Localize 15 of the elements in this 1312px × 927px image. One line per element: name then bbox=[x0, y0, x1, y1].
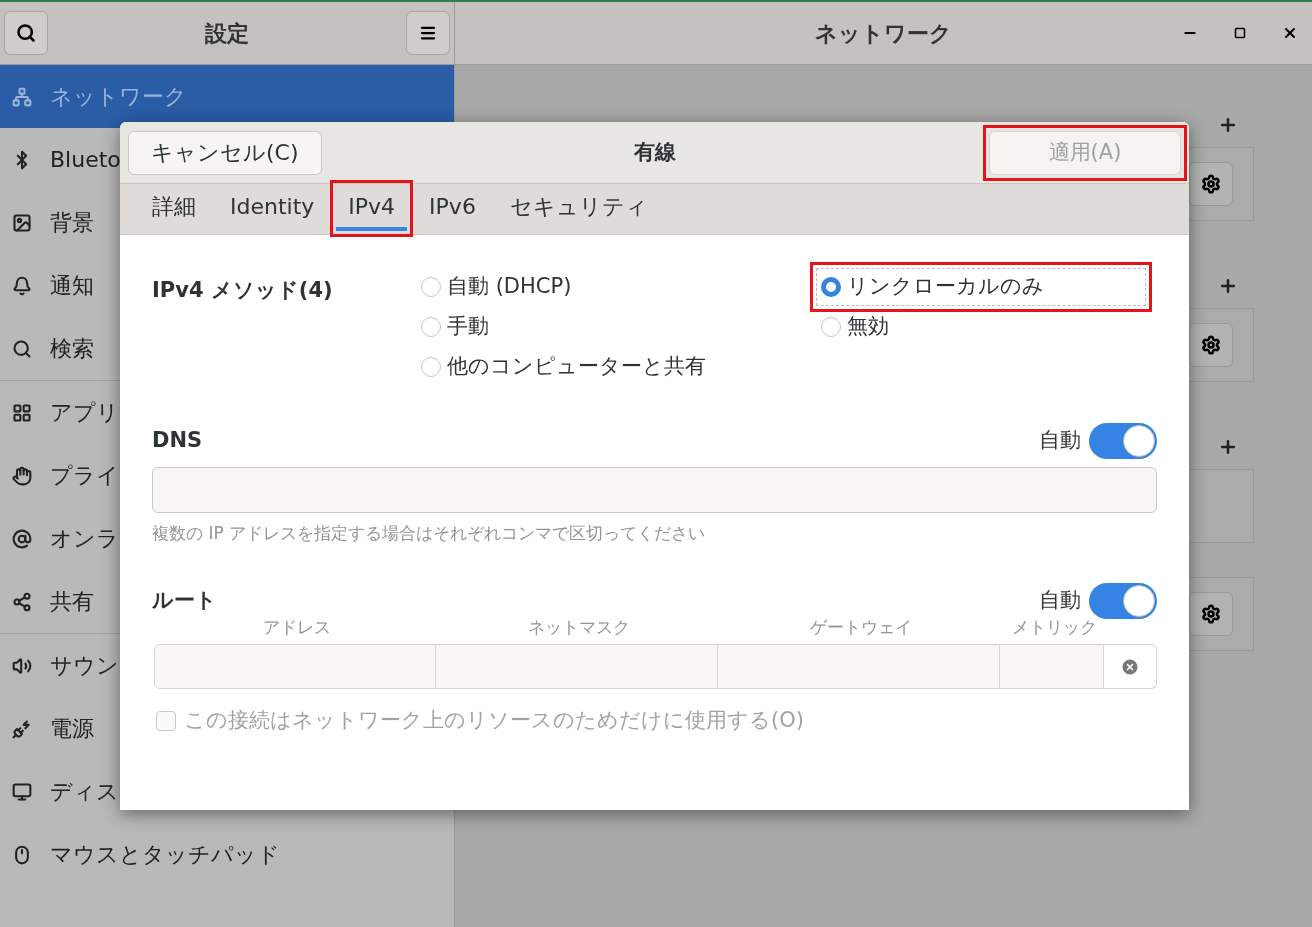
dialog-title: 有線 bbox=[633, 138, 676, 166]
column-header: ネットマスク bbox=[528, 615, 630, 639]
auto-label: 自動 bbox=[1039, 586, 1081, 614]
dns-label: DNS bbox=[152, 427, 203, 455]
apply-button: 適用(A) bbox=[989, 130, 1181, 175]
checkbox-label: この接続はネットワーク上のリソースのためだけに使用する(O) bbox=[184, 707, 804, 734]
routes-label: ルート bbox=[152, 586, 217, 614]
column-header: メトリック bbox=[1011, 615, 1097, 639]
sidebar-title: 設定 bbox=[205, 19, 249, 48]
column-header: アドレス bbox=[263, 615, 331, 639]
auto-label: 自動 bbox=[1039, 427, 1081, 455]
column-header: ゲートウェイ bbox=[810, 615, 912, 639]
method-label: IPv4 メソッド(4) bbox=[152, 277, 334, 304]
window-title: ネットワーク bbox=[815, 19, 952, 48]
dns-hint: 複数の IP アドレスを指定する場合はそれぞれコンマで区切ってください bbox=[152, 522, 707, 545]
